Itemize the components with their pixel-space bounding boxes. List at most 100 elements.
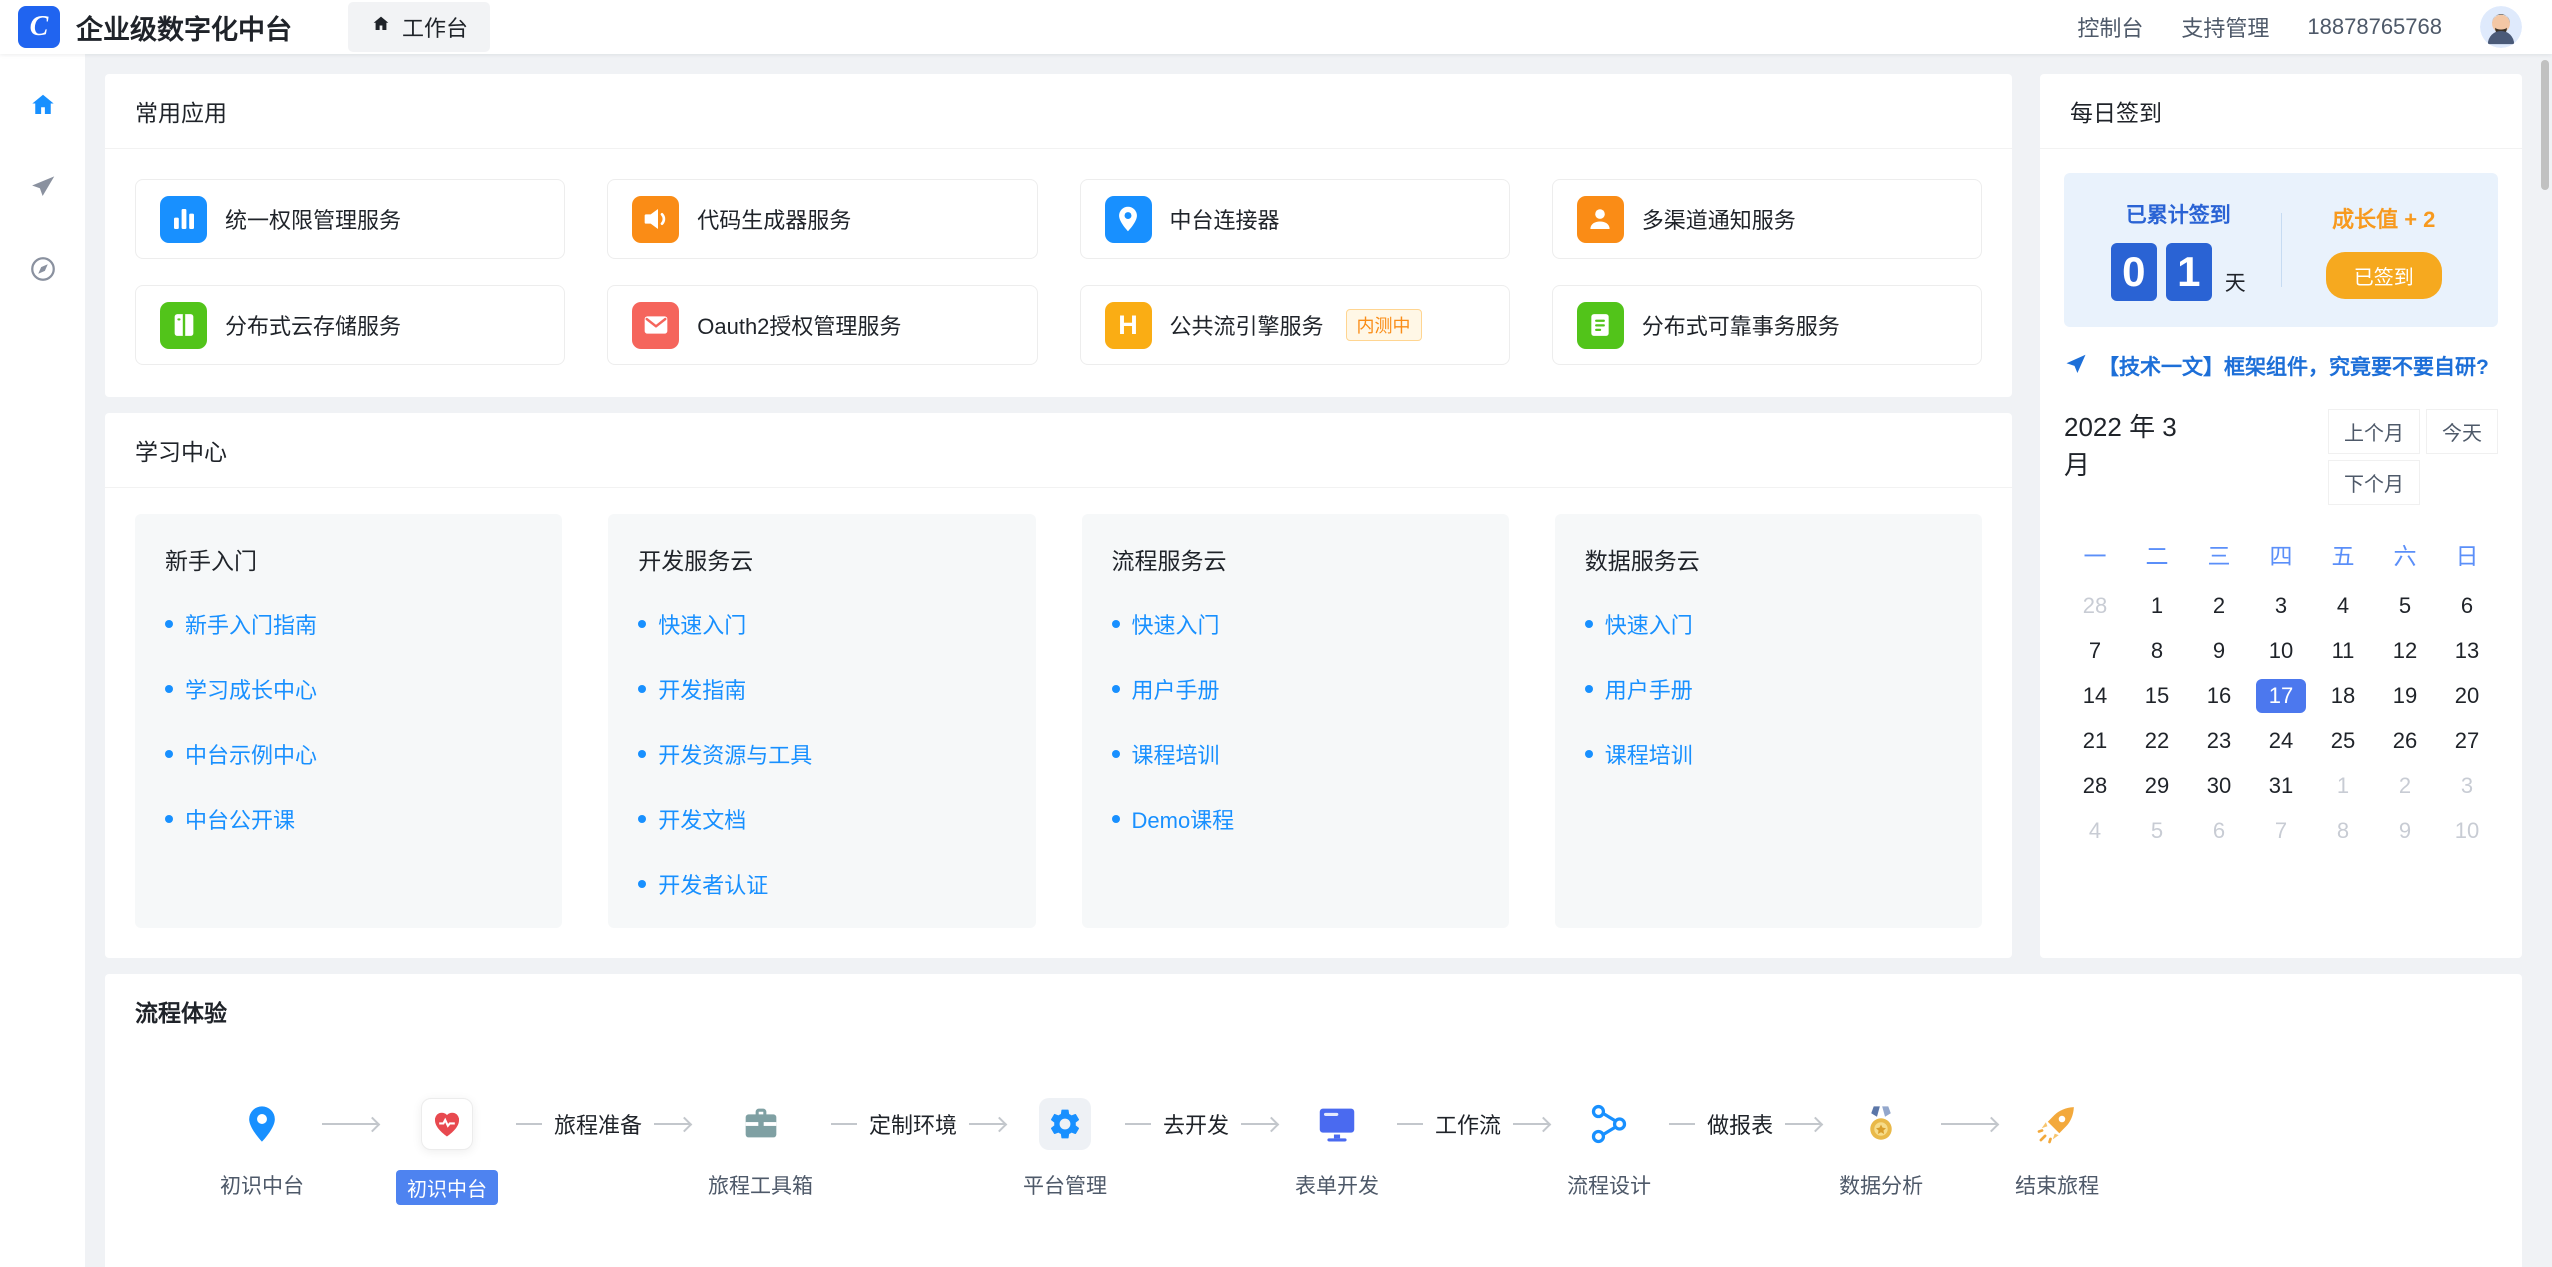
learning-link[interactable]: 课程培训: [1585, 738, 1952, 770]
calendar-day[interactable]: 9: [2188, 628, 2250, 673]
bullet-dot: [165, 620, 173, 628]
calendar-day[interactable]: 27: [2436, 718, 2498, 763]
sidebar-item-home[interactable]: [0, 72, 85, 142]
learning-link[interactable]: Demo课程: [1112, 803, 1479, 835]
calendar-day[interactable]: 16: [2188, 673, 2250, 718]
app-card[interactable]: 代码生成器服务: [607, 179, 1037, 259]
journey-step[interactable]: 结束旅程: [2015, 1098, 2099, 1200]
calendar-day[interactable]: 1: [2312, 763, 2374, 808]
calendar-day[interactable]: 18: [2312, 673, 2374, 718]
calendar-day[interactable]: 8: [2312, 808, 2374, 853]
learning-link[interactable]: 课程培训: [1112, 738, 1479, 770]
learning-column: 数据服务云快速入门用户手册课程培训: [1555, 514, 1982, 928]
user-avatar[interactable]: [2480, 6, 2522, 48]
calendar-day[interactable]: 22: [2126, 718, 2188, 763]
calendar-day[interactable]: 6: [2436, 583, 2498, 628]
sidebar-item-compass[interactable]: [0, 236, 85, 306]
calendar-day[interactable]: 17: [2250, 673, 2312, 718]
app-card[interactable]: 分布式可靠事务服务: [1552, 285, 1982, 365]
app-logo[interactable]: C: [18, 6, 60, 48]
tab-workbench[interactable]: 工作台: [348, 2, 490, 52]
calendar-day[interactable]: 4: [2064, 808, 2126, 853]
calendar-day[interactable]: 14: [2064, 673, 2126, 718]
journey-step[interactable]: 初识中台: [220, 1098, 304, 1200]
journey-step[interactable]: 初识中台: [396, 1098, 498, 1205]
learning-link[interactable]: 开发指南: [638, 673, 1005, 705]
calendar-day[interactable]: 12: [2374, 628, 2436, 673]
journey-step[interactable]: 流程设计: [1567, 1098, 1651, 1200]
next-month-button[interactable]: 下个月: [2328, 460, 2420, 505]
calendar-day[interactable]: 7: [2064, 628, 2126, 673]
calendar-day[interactable]: 20: [2436, 673, 2498, 718]
calendar-day[interactable]: 19: [2374, 673, 2436, 718]
calendar-day[interactable]: 13: [2436, 628, 2498, 673]
learning-link[interactable]: 开发者认证: [638, 868, 1005, 900]
app-card[interactable]: 分布式云存储服务: [135, 285, 565, 365]
calendar-day[interactable]: 2: [2188, 583, 2250, 628]
learning-link[interactable]: 中台示例中心: [165, 738, 532, 770]
calendar-day[interactable]: 30: [2188, 763, 2250, 808]
calendar-day[interactable]: 31: [2250, 763, 2312, 808]
calendar-day[interactable]: 2: [2374, 763, 2436, 808]
bullet-dot: [1112, 620, 1120, 628]
calendar-day[interactable]: 8: [2126, 628, 2188, 673]
app-card[interactable]: 统一权限管理服务: [135, 179, 565, 259]
learning-link[interactable]: 快速入门: [638, 608, 1005, 640]
calendar-day[interactable]: 1: [2126, 583, 2188, 628]
calendar-day[interactable]: 24: [2250, 718, 2312, 763]
calendar-day[interactable]: 25: [2312, 718, 2374, 763]
calendar-day[interactable]: 5: [2374, 583, 2436, 628]
calendar-day[interactable]: 23: [2188, 718, 2250, 763]
home-icon: [28, 90, 58, 125]
calendar-day[interactable]: 28: [2064, 763, 2126, 808]
learning-link[interactable]: 用户手册: [1585, 673, 1952, 705]
journey-step[interactable]: 表单开发: [1295, 1098, 1379, 1200]
calendar-day-number: 8: [2151, 638, 2163, 664]
calendar-day[interactable]: 5: [2126, 808, 2188, 853]
calendar-day[interactable]: 9: [2374, 808, 2436, 853]
user-phone: 18878765768: [2307, 14, 2442, 40]
app-card[interactable]: 多渠道通知服务: [1552, 179, 1982, 259]
tab-workbench-label: 工作台: [402, 11, 468, 43]
calendar-day[interactable]: 6: [2188, 808, 2250, 853]
journey-step[interactable]: 平台管理: [1023, 1098, 1107, 1200]
gear-icon: [1039, 1098, 1091, 1150]
learning-link[interactable]: 开发资源与工具: [638, 738, 1005, 770]
calendar-day[interactable]: 7: [2250, 808, 2312, 853]
signed-in-button[interactable]: 已签到: [2326, 252, 2442, 299]
learning-link[interactable]: 新手入门指南: [165, 608, 532, 640]
announcement[interactable]: 【技术一文】框架组件，究竟要不要自研?: [2064, 351, 2498, 381]
learning-link[interactable]: 快速入门: [1585, 608, 1952, 640]
nav-console[interactable]: 控制台: [2077, 11, 2143, 43]
learning-link[interactable]: 开发文档: [638, 803, 1005, 835]
app-card[interactable]: Oauth2授权管理服务: [607, 285, 1037, 365]
bullet-dot: [1585, 620, 1593, 628]
scrollbar[interactable]: [2541, 60, 2549, 190]
learning-link[interactable]: 学习成长中心: [165, 673, 532, 705]
calendar-day[interactable]: 28: [2064, 583, 2126, 628]
calendar-day-number: 17: [2256, 679, 2306, 713]
signin-digit: 0: [2111, 243, 2157, 301]
calendar-day[interactable]: 10: [2436, 808, 2498, 853]
journey-step[interactable]: 数据分析: [1839, 1098, 1923, 1200]
prev-month-button[interactable]: 上个月: [2328, 409, 2420, 454]
calendar-day[interactable]: 3: [2436, 763, 2498, 808]
learning-link-label: 中台公开课: [185, 803, 295, 835]
calendar-day[interactable]: 21: [2064, 718, 2126, 763]
calendar-day[interactable]: 10: [2250, 628, 2312, 673]
calendar-day[interactable]: 3: [2250, 583, 2312, 628]
app-card[interactable]: 中台连接器: [1080, 179, 1510, 259]
calendar-day[interactable]: 11: [2312, 628, 2374, 673]
app-card[interactable]: H公共流引擎服务内测中: [1080, 285, 1510, 365]
journey-step[interactable]: 旅程工具箱: [708, 1098, 813, 1200]
calendar-day[interactable]: 4: [2312, 583, 2374, 628]
learning-link[interactable]: 用户手册: [1112, 673, 1479, 705]
nav-support[interactable]: 支持管理: [2181, 11, 2269, 43]
learning-link[interactable]: 中台公开课: [165, 803, 532, 835]
sidebar-item-send[interactable]: [0, 154, 85, 224]
calendar-day[interactable]: 15: [2126, 673, 2188, 718]
calendar-day[interactable]: 26: [2374, 718, 2436, 763]
calendar-day[interactable]: 29: [2126, 763, 2188, 808]
learning-link[interactable]: 快速入门: [1112, 608, 1479, 640]
today-button[interactable]: 今天: [2426, 409, 2498, 454]
